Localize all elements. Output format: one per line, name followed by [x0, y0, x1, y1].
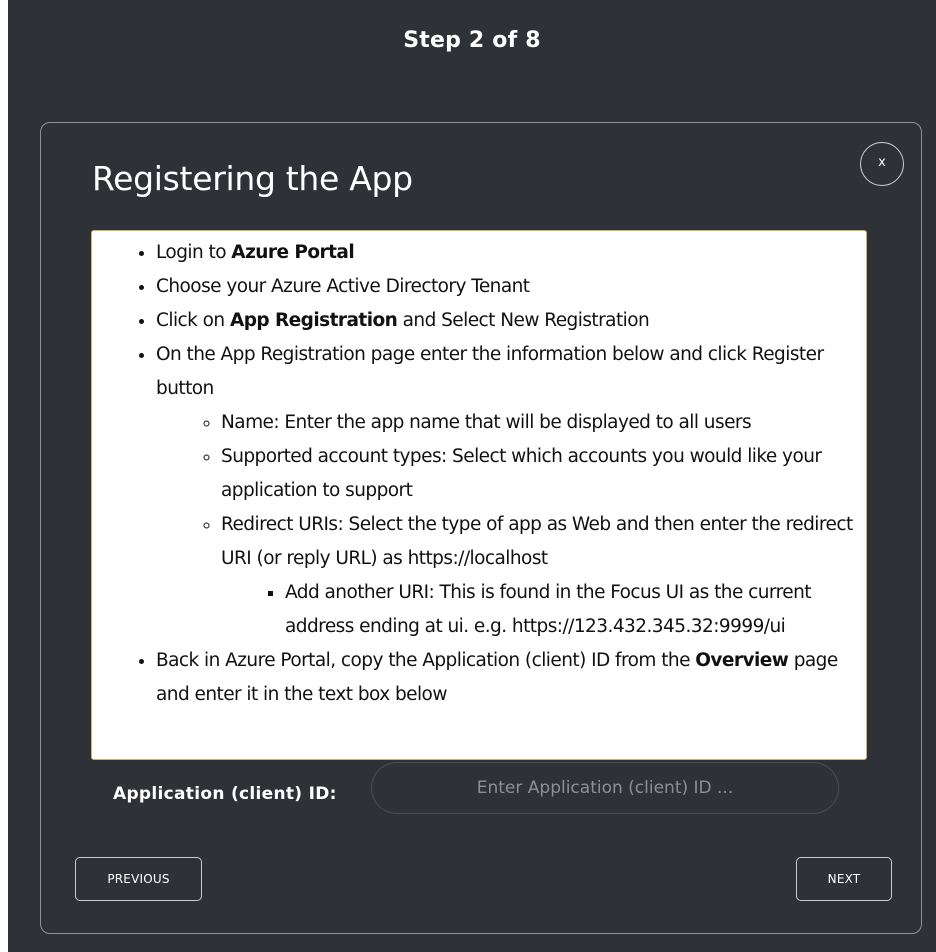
app-background: Step 2 of 8 x Registering the App Login …	[8, 0, 936, 952]
step-indicator: Step 2 of 8	[403, 28, 541, 53]
azure-portal-text: Azure Portal	[231, 242, 355, 263]
subitem-account-types: Supported account types: Select which ac…	[221, 440, 862, 508]
app-registration-text: App Registration	[229, 310, 398, 331]
redirect-uris-sublist: Add another URI: This is found in the Fo…	[221, 576, 862, 644]
subitem-redirect-uris: Redirect URIs: Select the type of app as…	[221, 508, 862, 644]
close-button[interactable]: x	[860, 142, 904, 186]
dialog-title: Registering the App	[92, 159, 413, 198]
subitem-another-uri: Add another URI: This is found in the Fo…	[285, 576, 862, 644]
instruction-item-register-page: On the App Registration page enter the i…	[156, 338, 862, 644]
instruction-item-tenant: Choose your Azure Active Directory Tenan…	[156, 270, 862, 304]
close-icon: x	[878, 155, 886, 170]
previous-button[interactable]: PREVIOUS	[75, 857, 202, 901]
client-id-input[interactable]	[371, 762, 839, 814]
wizard-dialog: x Registering the App Login to Azure Por…	[40, 122, 922, 934]
instruction-item-app-registration: Click on App Registration and Select New…	[156, 304, 862, 338]
next-button[interactable]: NEXT	[796, 857, 892, 901]
client-id-label: Application (client) ID:	[113, 784, 337, 804]
instructions-list: Login to Azure Portal Choose your Azure …	[92, 236, 862, 712]
instruction-item-login: Login to Azure Portal	[156, 236, 862, 270]
subitem-name: Name: Enter the app name that will be di…	[221, 406, 862, 440]
instructions-panel: Login to Azure Portal Choose your Azure …	[91, 230, 867, 760]
instruction-item-copy-client-id: Back in Azure Portal, copy the Applicati…	[156, 644, 862, 712]
overview-text: Overview	[695, 650, 789, 671]
register-page-sublist: Name: Enter the app name that will be di…	[156, 406, 862, 644]
